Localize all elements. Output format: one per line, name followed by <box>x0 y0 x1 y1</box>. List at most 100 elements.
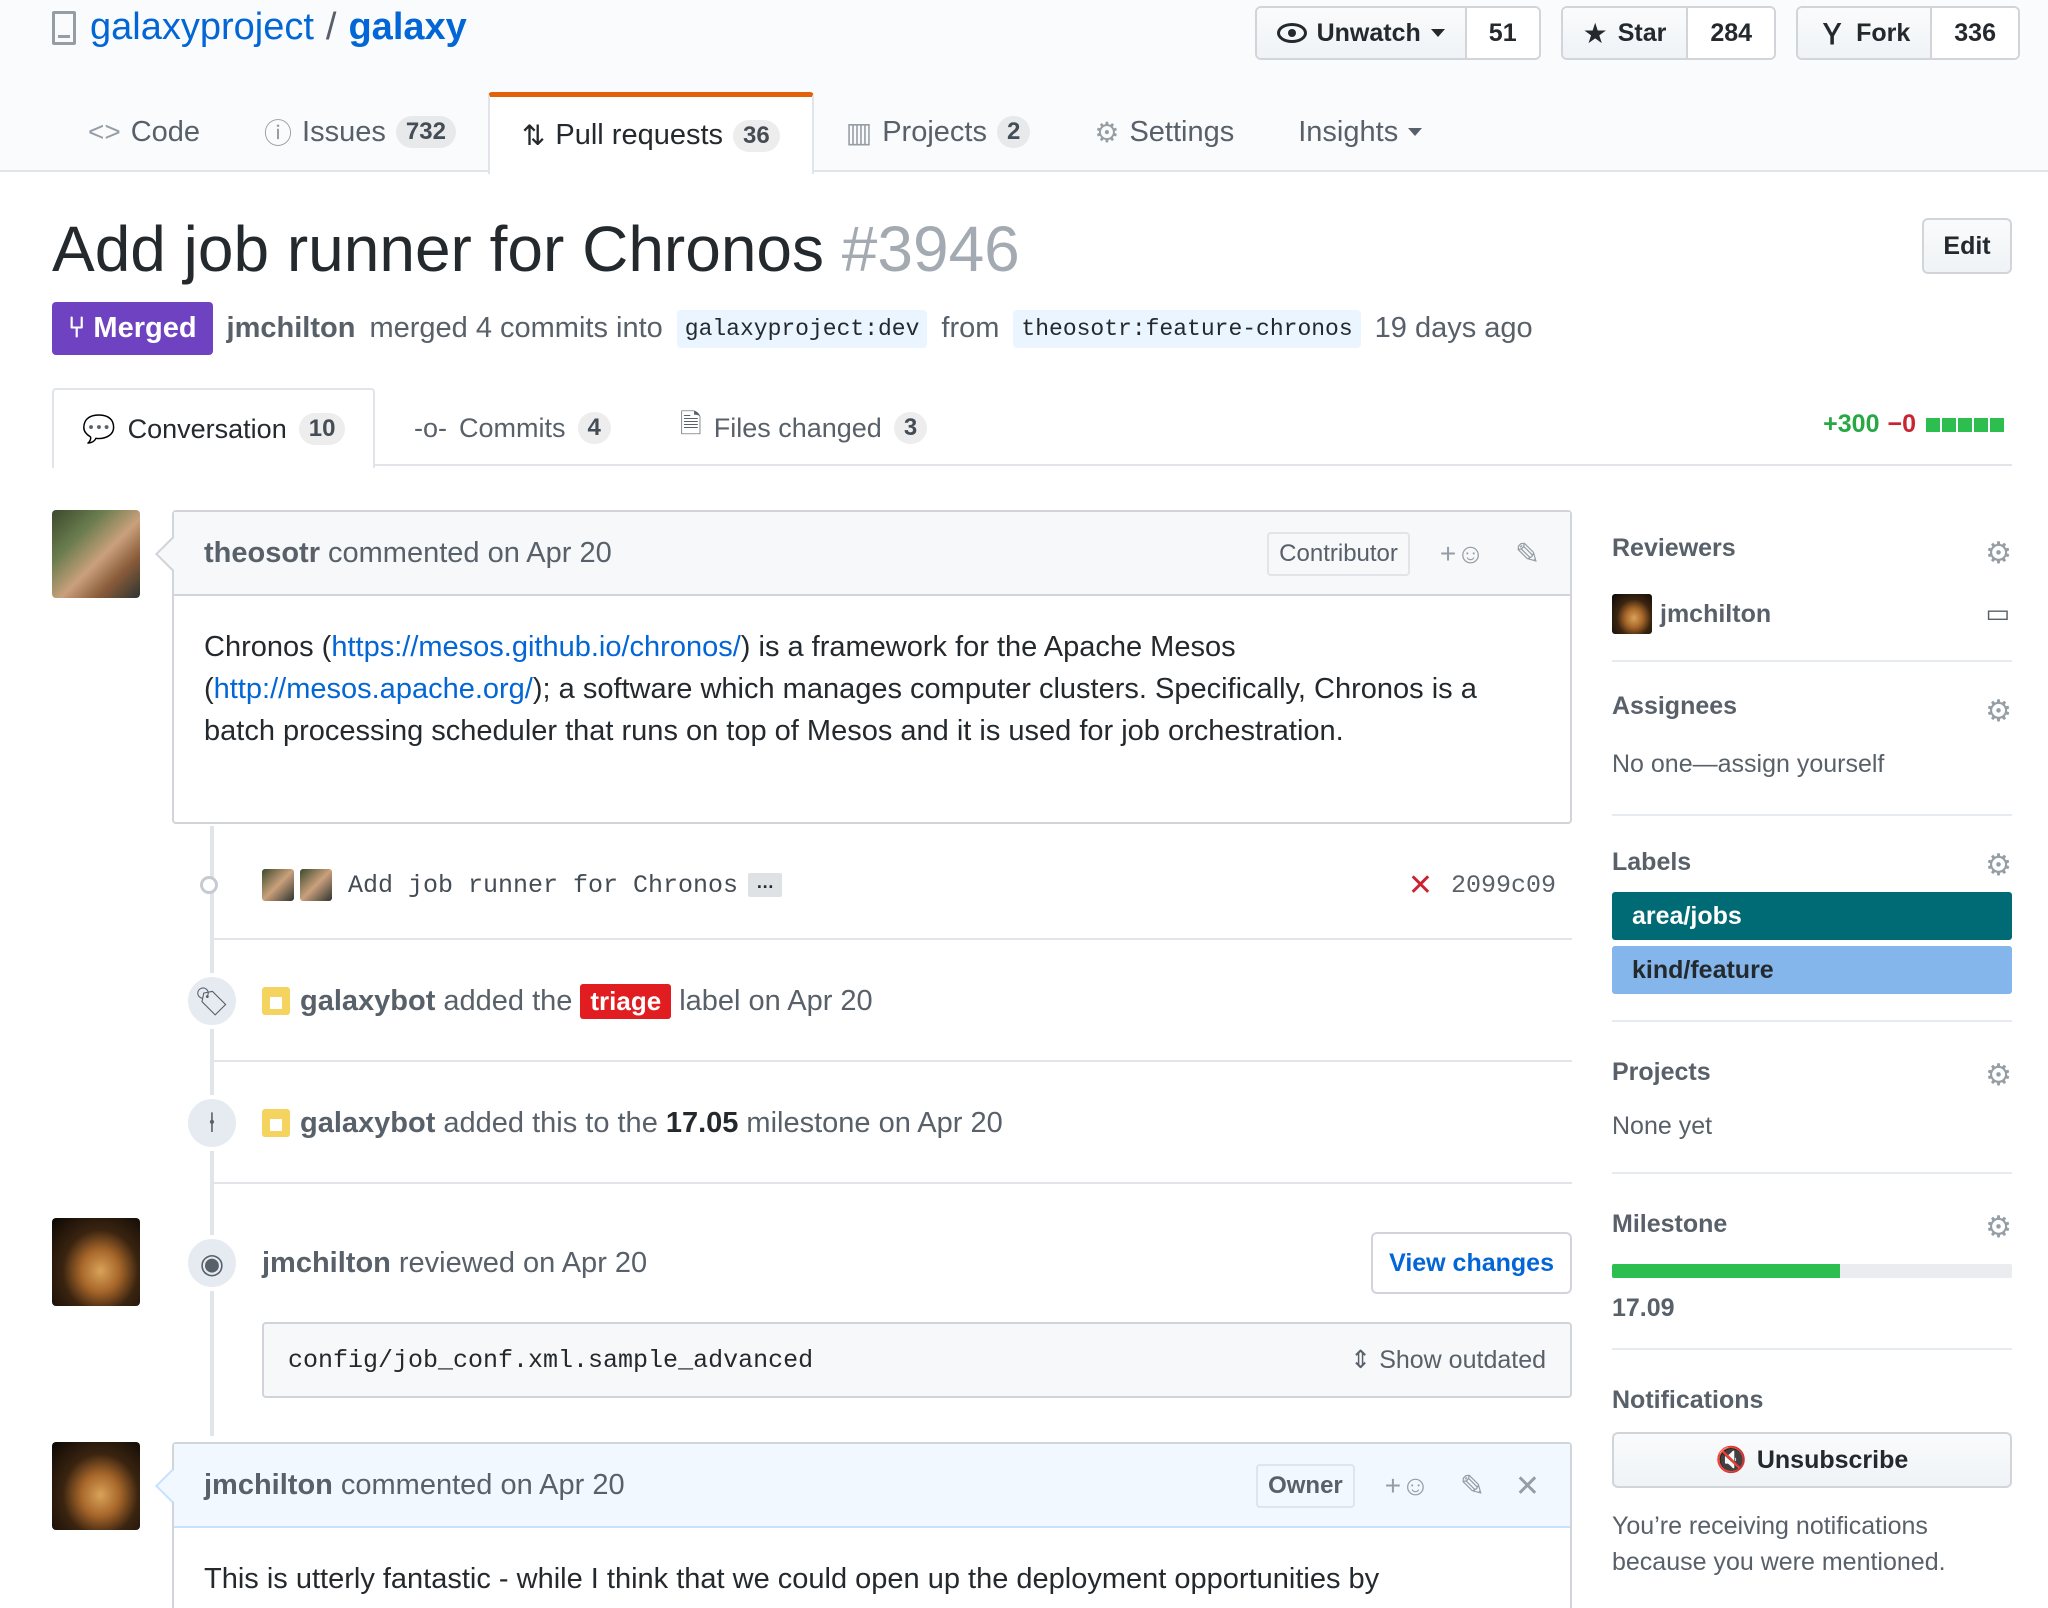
watchers-count[interactable]: 51 <box>1466 8 1539 58</box>
labels-heading[interactable]: Labels <box>1612 848 1691 877</box>
tab-commits[interactable]: -o- Commits 4 <box>414 388 611 468</box>
triage-label[interactable]: triage <box>580 983 672 1019</box>
nav-pull-requests-label: Pull requests <box>555 119 724 151</box>
fork-button[interactable]: Ｙ Fork <box>1798 8 1933 58</box>
chevron-down-icon <box>1430 29 1445 37</box>
assignees-section: Assignees ⚙ No one—assign yourself <box>1612 662 2012 816</box>
nav-insights[interactable]: Insights <box>1266 92 1454 172</box>
milestone-name-link[interactable]: 17.09 <box>1612 1294 1675 1323</box>
commit-item: Add job runner for Chronos … ✕ 2099c09 <box>196 860 1572 910</box>
commit-icon <box>200 876 218 894</box>
gear-icon[interactable]: ⚙ <box>1985 536 2012 571</box>
code-icon: <> <box>88 116 121 147</box>
add-reaction-icon[interactable]: +☺ <box>1385 1470 1430 1502</box>
comment-text: This is utterly fantastic - while I thin… <box>204 1563 1380 1595</box>
milestone-progress-bar[interactable] <box>1612 1264 2012 1278</box>
assignees-heading[interactable]: Assignees <box>1612 692 1737 721</box>
event-actor-link[interactable]: galaxybot <box>300 1107 435 1140</box>
avatar[interactable] <box>262 869 294 901</box>
x-icon[interactable]: ✕ <box>1408 868 1433 903</box>
nav-projects-label: Projects <box>882 115 987 148</box>
timeline-divider <box>212 1060 1572 1062</box>
reviewer-name-link[interactable]: jmchilton <box>1660 600 1771 629</box>
avatar[interactable] <box>1612 594 1652 634</box>
review-event: ◉ jmchilton reviewed on Apr 20 View chan… <box>184 1232 1572 1294</box>
edit-title-button[interactable]: Edit <box>1922 218 2012 274</box>
label-kind-feature[interactable]: kind/feature <box>1612 946 2012 994</box>
file-path-link[interactable]: config/job_conf.xml.sample_advanced <box>288 1346 813 1375</box>
tab-files-changed[interactable]: 🗎 Files changed 3 <box>680 388 928 468</box>
add-reaction-icon[interactable]: +☺ <box>1440 538 1485 570</box>
chronos-link[interactable]: https://mesos.github.io/chronos/ <box>331 631 740 663</box>
repo-actions: Unwatch 51 ★ Star 284 Ｙ Fork 336 <box>1254 6 2020 60</box>
reviewers-section: Reviewers ⚙ jmchilton ▭ <box>1612 510 2012 662</box>
unsubscribe-button[interactable]: 🔇 Unsubscribe <box>1612 1432 2012 1488</box>
nav-code[interactable]: <> Code <box>56 92 232 172</box>
commit-sha-link[interactable]: 2099c09 <box>1451 871 1556 900</box>
nav-issues[interactable]: ⓘ Issues 732 <box>232 92 488 172</box>
comment-header: jmchilton commented on Apr 20 Owner +☺ ✎… <box>174 1444 1570 1528</box>
comment-timestamp[interactable]: commented on Apr 20 <box>341 1469 625 1502</box>
expand-commit-button[interactable]: … <box>748 873 783 897</box>
issue-icon: ⓘ <box>264 118 293 149</box>
merge-text: merged 4 commits into <box>369 312 663 344</box>
stargazers-count[interactable]: 284 <box>1688 8 1775 58</box>
fork-icon: Ｙ <box>1818 19 1847 50</box>
mesos-link[interactable]: http://mesos.apache.org/ <box>214 673 533 705</box>
avatar[interactable] <box>52 510 140 598</box>
review-timestamp[interactable]: reviewed on Apr 20 <box>399 1247 647 1280</box>
comment-author-link[interactable]: jmchilton <box>204 1469 333 1502</box>
unsubscribe-label: Unsubscribe <box>1756 1445 1909 1474</box>
show-outdated-button[interactable]: ⇕ Show outdated <box>1350 1345 1546 1375</box>
avatar[interactable] <box>262 987 290 1015</box>
assign-yourself-link[interactable]: No one—assign yourself <box>1612 750 1884 779</box>
watch-button[interactable]: Unwatch <box>1256 8 1467 58</box>
nav-code-label: Code <box>130 115 201 148</box>
nav-issues-label: Issues <box>302 115 386 148</box>
file-diff-icon: 🗎 <box>680 409 702 439</box>
head-branch: theosotr:feature-chronos <box>1013 309 1361 348</box>
tab-commits-label: Commits <box>459 412 566 443</box>
star-button-group: ★ Star 284 <box>1560 6 1777 60</box>
comment-timestamp[interactable]: commented on Apr 20 <box>328 537 612 570</box>
pull-requests-counter: 36 <box>733 119 780 152</box>
repo-name-link[interactable]: galaxy <box>348 6 466 49</box>
forks-count[interactable]: 336 <box>1932 8 2018 58</box>
review-author-link[interactable]: jmchilton <box>262 1247 391 1280</box>
comment-actions: Contributor +☺ ✎ <box>1267 512 1540 596</box>
pencil-icon[interactable]: ✎ <box>1515 537 1540 572</box>
reviewers-heading[interactable]: Reviewers <box>1612 534 1736 563</box>
nav-settings[interactable]: ⚙ Settings <box>1062 92 1266 172</box>
comment-theosotr: theosotr commented on Apr 20 Contributor… <box>172 510 1572 824</box>
pr-author-link[interactable]: jmchilton <box>227 312 356 345</box>
pencil-icon[interactable]: ✎ <box>1460 1469 1485 1504</box>
repo-nav: <> Code ⓘ Issues 732 ⇅ Pull requests 36 … <box>56 92 1454 174</box>
view-changes-button[interactable]: View changes <box>1371 1232 1572 1294</box>
repo-owner-link[interactable]: galaxyproject <box>90 6 314 49</box>
projects-heading[interactable]: Projects <box>1612 1058 1711 1087</box>
avatar[interactable] <box>262 1109 290 1137</box>
close-icon[interactable]: ✕ <box>1515 1469 1540 1504</box>
comment-discussion-icon: 💬 <box>82 414 116 444</box>
avatar[interactable] <box>300 869 332 901</box>
gear-icon[interactable]: ⚙ <box>1985 694 2012 729</box>
milestone-heading[interactable]: Milestone <box>1612 1210 1727 1239</box>
star-button[interactable]: ★ Star <box>1562 8 1689 58</box>
avatar[interactable] <box>52 1218 140 1306</box>
event-actor-link[interactable]: galaxybot <box>300 985 435 1018</box>
label-area-jobs[interactable]: area/jobs <box>1612 892 2012 940</box>
nav-pull-requests[interactable]: ⇅ Pull requests 36 <box>487 92 814 174</box>
avatar[interactable] <box>52 1442 140 1530</box>
gear-icon[interactable]: ⚙ <box>1985 1058 2012 1093</box>
nav-projects[interactable]: ▥ Projects 2 <box>814 92 1063 172</box>
commit-message-link[interactable]: Add job runner for Chronos <box>348 871 738 900</box>
comment-author-link[interactable]: theosotr <box>204 537 320 570</box>
repo-header: galaxyproject / galaxy Unwatch 51 ★ Star… <box>0 0 2048 174</box>
milestone-link[interactable]: 17.05 <box>666 1107 739 1140</box>
gear-icon[interactable]: ⚙ <box>1985 848 2012 883</box>
timeline-divider <box>212 1182 1572 1184</box>
repo-separator: / <box>325 6 337 48</box>
tab-conversation[interactable]: 💬 Conversation 10 <box>52 388 376 468</box>
label-name: kind/feature <box>1632 955 1774 984</box>
gear-icon[interactable]: ⚙ <box>1985 1210 2012 1245</box>
